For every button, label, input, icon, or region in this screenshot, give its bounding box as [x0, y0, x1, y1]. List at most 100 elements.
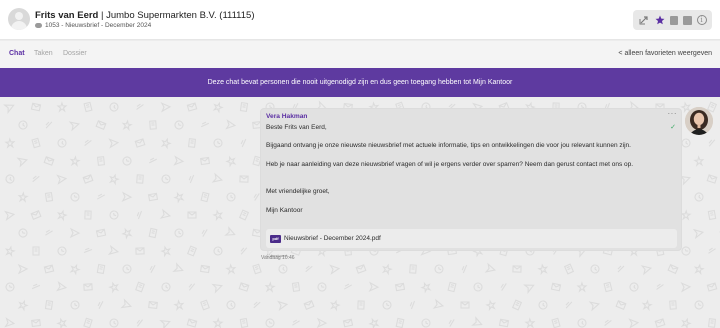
pattern-doodle: [225, 119, 237, 130]
pin-icon[interactable]: [654, 15, 665, 26]
pattern-doodle: [654, 318, 666, 328]
pattern-doodle: [108, 138, 120, 149]
pattern-doodle: [187, 245, 197, 257]
pattern-doodle: [225, 155, 237, 168]
pattern-doodle: [136, 319, 143, 327]
pattern-doodle: [303, 300, 315, 310]
pattern-doodle: [17, 299, 29, 312]
pattern-doodle: [57, 138, 67, 148]
pattern-doodle: [238, 209, 250, 221]
pattern-doodle: [448, 319, 455, 327]
pattern-doodle: [409, 264, 417, 274]
pattern-doodle: [121, 191, 133, 202]
tab-taken[interactable]: Taken: [34, 50, 53, 57]
contact-name[interactable]: Frits van Eerd: [35, 10, 98, 21]
pattern-doodle: [368, 281, 380, 292]
message-bubble[interactable]: ··· Vera Hakman ✓ Beste Frits van Eerd, …: [260, 108, 682, 258]
pattern-doodle: [97, 193, 105, 200]
pattern-doodle: [344, 283, 352, 290]
archive-icon[interactable]: [669, 15, 678, 25]
link-icon[interactable]: [638, 15, 649, 26]
pattern-doodle: [471, 316, 483, 326]
sender-avatar[interactable]: [685, 107, 713, 135]
pattern-doodle: [707, 318, 717, 328]
pattern-doodle: [330, 299, 341, 312]
pattern-doodle: [122, 156, 132, 166]
pattern-doodle: [679, 175, 691, 186]
pattern-doodle: [135, 281, 145, 293]
pattern-doodle: [563, 263, 575, 275]
pattern-doodle: [57, 209, 68, 222]
pattern-doodle: [32, 246, 40, 256]
pattern-doodle: [694, 300, 704, 310]
pattern-doodle: [226, 192, 236, 202]
pdf-attachment[interactable]: pdf Nieuwsbrief - December 2024.pdf: [266, 229, 677, 248]
pattern-doodle: [187, 138, 197, 148]
pattern-doodle: [17, 263, 29, 275]
pattern-doodle: [148, 300, 158, 310]
pattern-doodle: [186, 318, 198, 328]
pattern-doodle: [667, 263, 679, 275]
pattern-doodle: [5, 282, 15, 292]
tab-dossier[interactable]: Dossier: [63, 50, 87, 57]
message-sender: Vera Hakman: [266, 113, 308, 120]
pattern-doodle: [68, 121, 81, 132]
pattern-doodle: [693, 263, 705, 276]
pattern-doodle: [107, 244, 120, 256]
pattern-doodle: [18, 120, 28, 130]
pattern-doodle: [31, 318, 41, 328]
pattern-doodle: [329, 264, 341, 275]
square-icon[interactable]: [682, 15, 692, 25]
pattern-doodle: [160, 102, 172, 113]
pattern-doodle: [239, 102, 249, 112]
pattern-doodle: [211, 283, 223, 294]
pattern-doodle: [577, 318, 587, 328]
pattern-doodle: [187, 211, 197, 219]
pattern-doodle: [485, 299, 497, 312]
attachment-filename[interactable]: Nieuwsbrief - December 2024.pdf: [284, 235, 381, 242]
pattern-doodle: [159, 319, 171, 328]
pattern-doodle: [44, 300, 54, 310]
pattern-doodle: [149, 265, 156, 273]
pattern-doodle: [381, 263, 393, 276]
pattern-doodle: [83, 247, 93, 254]
pattern-doodle: [69, 155, 81, 167]
conversation-subtitle: 1053 - Nieuwsbrief - December 2024: [35, 22, 151, 29]
pattern-doodle: [382, 300, 392, 310]
favorites-filter-link[interactable]: < alleen favorieten weergeven: [618, 50, 712, 57]
pattern-doodle: [188, 174, 195, 184]
pattern-doodle: [708, 139, 716, 147]
pattern-doodle: [460, 301, 470, 309]
pattern-doodle: [265, 318, 275, 328]
chat-messages-area[interactable]: ··· Vera Hakman ✓ Beste Frits van Eerd, …: [0, 97, 720, 328]
pattern-doodle: [4, 137, 16, 149]
pattern-doodle: [30, 102, 42, 112]
tab-chat[interactable]: Chat: [9, 50, 25, 57]
pattern-doodle: [277, 300, 289, 311]
pattern-doodle: [82, 174, 94, 184]
pattern-doodle: [432, 298, 445, 309]
pattern-doodle: [161, 174, 171, 184]
info-icon[interactable]: i: [696, 15, 707, 25]
pattern-doodle: [225, 263, 237, 275]
pattern-doodle: [421, 318, 431, 328]
pattern-doodle: [305, 265, 313, 273]
pattern-doodle: [278, 264, 288, 274]
pattern-doodle: [239, 317, 249, 328]
pattern-doodle: [238, 282, 250, 292]
contact-avatar[interactable]: [8, 8, 30, 30]
pattern-doodle: [160, 137, 172, 150]
pattern-doodle: [240, 247, 248, 255]
pattern-doodle: [213, 138, 223, 148]
message-menu-icon[interactable]: ···: [668, 110, 678, 118]
pattern-doodle: [4, 210, 16, 221]
pattern-doodle: [83, 283, 93, 291]
pattern-doodle: [590, 264, 600, 274]
message-paragraph-1: Bijgaand ontvang je onze nieuwste nieuws…: [266, 142, 631, 149]
conversation-name: 1053 - Nieuwsbrief - December 2024: [45, 22, 152, 29]
pattern-doodle: [617, 265, 625, 273]
pattern-doodle: [173, 155, 185, 166]
pattern-doodle: [394, 282, 406, 292]
pattern-doodle: [538, 300, 548, 310]
chat-bubble-icon: [35, 23, 42, 28]
